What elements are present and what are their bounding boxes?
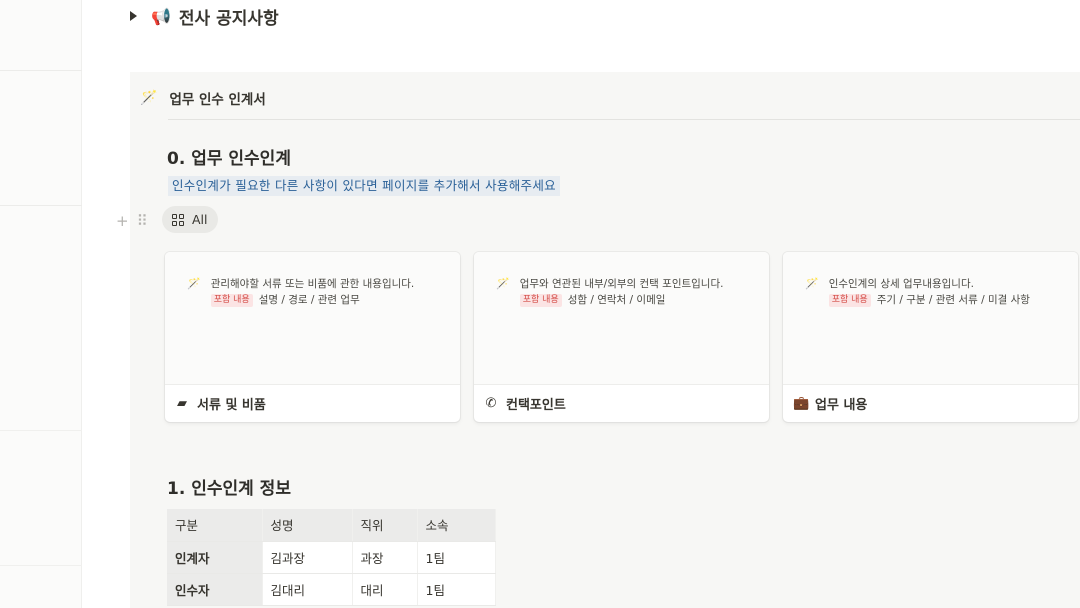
briefcase-icon: 💼 [793,395,810,411]
table-cell[interactable]: 인수자 [167,573,263,606]
phone-icon: ✆ [485,395,497,411]
card-title-row: ✆ 컨택포인트 [484,392,566,414]
drag-handle-icon[interactable]: ⠿ [137,212,148,230]
toggle-title: 전사 공지사항 [178,8,279,29]
table-cell[interactable]: 과장 [352,541,418,574]
card-title: 서류 및 비품 [197,397,266,413]
card-preview-desc: 인수인계의 상세 업무내용입니다. [828,278,974,290]
included-tag: 포함 내용 [210,293,253,307]
table-row: 인계자 김과장 과장 1팀 [167,541,496,574]
left-sidebar-strip [0,0,82,608]
table-header: 구분 [167,509,263,542]
block-handles[interactable]: + ⠿ [116,212,148,230]
divider [0,70,82,71]
section-heading-info: 1. 인수인계 정보 [167,479,291,499]
card-preview: 🪄 관리해야할 서류 또는 비품에 관한 내용입니다. 포함 내용 설명 / 경… [165,252,460,385]
add-block-icon[interactable]: + [116,212,129,230]
magic-wand-icon: 🪄 [140,90,158,106]
callout-header: 🪄 업무 인수 인계서 [140,86,266,110]
card-title-row: 💼 업무 내용 [793,392,867,414]
gallery-card-tasks[interactable]: 🪄 인수인계의 상세 업무내용입니다. 포함 내용 주기 / 구분 / 관련 서… [783,252,1078,422]
note-icon: ▰ [177,395,187,411]
callout-title: 업무 인수 인계서 [169,92,266,108]
table-cell[interactable]: 인계자 [167,541,263,574]
table-row: 인수자 김대리 대리 1팀 [167,573,496,606]
table-cell[interactable]: 1팀 [417,541,496,574]
divider [0,565,82,566]
card-preview-fields: 성함 / 연락처 / 이메일 [567,294,666,306]
view-tab-all[interactable]: All [162,206,218,233]
table-cell[interactable]: 1팀 [417,573,496,606]
table-header: 성명 [262,509,353,542]
card-preview-desc: 업무와 연관된 내부/외부의 컨택 포인트입니다. [519,278,724,290]
table-header: 소속 [417,509,496,542]
included-tag: 포함 내용 [519,293,562,307]
announcement-toggle[interactable]: 📢 전사 공지사항 [130,4,279,29]
gallery-cards: 🪄 관리해야할 서류 또는 비품에 관한 내용입니다. 포함 내용 설명 / 경… [165,252,1078,422]
card-preview-fields: 주기 / 구분 / 관련 서류 / 미결 사항 [876,294,1030,306]
callout-divider [168,119,1080,120]
included-tag: 포함 내용 [828,293,871,307]
card-preview-fields: 설명 / 경로 / 관련 업무 [258,294,360,306]
view-tab-label: All [192,212,208,227]
divider [0,430,82,431]
hint-text: 인수인계가 필요한 다른 사항이 있다면 페이지를 추가해서 사용해주세요 [168,176,560,196]
card-title: 컨택포인트 [506,397,566,413]
magic-wand-icon: 🪄 [496,277,510,290]
table-cell[interactable]: 대리 [352,573,418,606]
card-preview: 🪄 인수인계의 상세 업무내용입니다. 포함 내용 주기 / 구분 / 관련 서… [783,252,1078,385]
divider [0,205,82,206]
card-title: 업무 내용 [815,397,868,413]
gallery-card-documents[interactable]: 🪄 관리해야할 서류 또는 비품에 관한 내용입니다. 포함 내용 설명 / 경… [165,252,460,422]
table-cell[interactable]: 김대리 [262,573,353,606]
megaphone-icon: 📢 [151,6,171,26]
handover-info-table: 구분 성명 직위 소속 인계자 김과장 과장 1팀 인수자 김대리 대리 1팀 [167,509,496,606]
card-title-row: ▰ 서류 및 비품 [175,392,266,414]
table-cell[interactable]: 김과장 [262,541,353,574]
section-heading-handover: 0. 업무 인수인계 [167,149,291,169]
magic-wand-icon: 🪄 [805,277,819,290]
table-header-row: 구분 성명 직위 소속 [167,509,496,542]
card-preview-desc: 관리해야할 서류 또는 비품에 관한 내용입니다. [210,278,415,290]
gallery-card-contacts[interactable]: 🪄 업무와 연관된 내부/외부의 컨택 포인트입니다. 포함 내용 성함 / 연… [474,252,769,422]
handover-callout: 🪄 업무 인수 인계서 0. 업무 인수인계 인수인계가 필요한 다른 사항이 … [116,72,1080,608]
card-preview: 🪄 업무와 연관된 내부/외부의 컨택 포인트입니다. 포함 내용 성함 / 연… [474,252,769,385]
toggle-arrow-icon[interactable] [130,11,137,21]
table-header: 직위 [352,509,418,542]
magic-wand-icon: 🪄 [187,277,201,290]
gallery-view-icon [172,213,184,226]
